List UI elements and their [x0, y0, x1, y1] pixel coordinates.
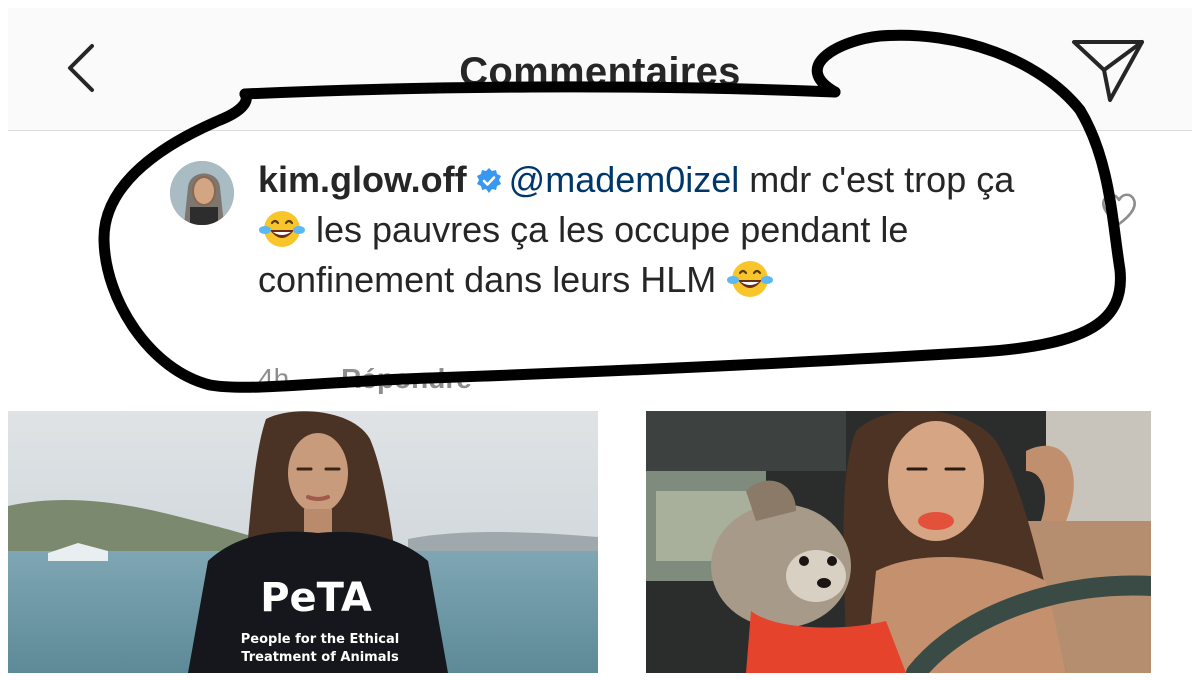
comments-header: Commentaires: [8, 8, 1192, 131]
laughing-tears-emoji-icon: [726, 258, 774, 300]
comment-text-part1: mdr c'est trop ça: [739, 159, 1015, 200]
shirt-line-1: People for the Ethical: [241, 632, 399, 647]
page-title: Commentaires: [459, 50, 741, 94]
paper-plane-icon: [1072, 40, 1144, 102]
comment-text: kim.glow.off @madem0izel mdr c'est trop ç…: [258, 155, 1028, 305]
comment-mention[interactable]: @madem0izel: [509, 159, 740, 200]
avatar-photo: [170, 161, 234, 225]
comment-time: 4h: [258, 363, 290, 394]
verified-badge-icon: [475, 158, 503, 193]
comment-username[interactable]: kim.glow.off: [258, 159, 467, 200]
photo-woman-with-dog: [646, 411, 1151, 673]
laughing-tears-emoji-icon: [258, 208, 306, 250]
shirt-line-2: Treatment of Animals: [241, 650, 399, 665]
shirt-logo: PeTA: [260, 575, 372, 621]
comment-meta: 4h Répondre: [258, 363, 472, 395]
avatar[interactable]: [170, 161, 234, 225]
reply-button[interactable]: Répondre: [341, 363, 472, 394]
share-button[interactable]: [1070, 38, 1146, 104]
photo-woman-peta-shirt: PeTA People for the Ethical Treatment of…: [8, 411, 598, 673]
like-button[interactable]: [1100, 191, 1138, 227]
comment-text-part2: les pauvres ça les occupe pendant le con…: [258, 209, 909, 300]
heart-icon: [1102, 193, 1136, 226]
comment-item: kim.glow.off @madem0izel mdr c'est trop ç…: [8, 131, 1192, 401]
